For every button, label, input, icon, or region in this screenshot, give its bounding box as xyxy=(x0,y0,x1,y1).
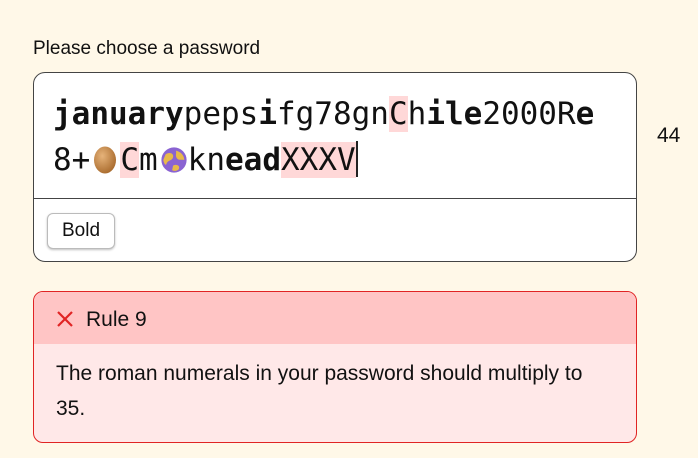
password-game-page: Please choose a password januarypepsifg7… xyxy=(0,0,698,458)
password-toolbar-divider xyxy=(34,198,636,199)
password-segment: kn xyxy=(187,142,225,178)
rule-description: The roman numerals in your password shou… xyxy=(56,362,583,420)
password-length-counter: 44 xyxy=(657,124,681,147)
password-segment: ile xyxy=(426,96,483,132)
password-segment: C xyxy=(120,142,139,178)
password-line: januarypepsifg78gnChile2000Re xyxy=(53,91,623,137)
password-segment: h xyxy=(407,96,427,132)
close-icon xyxy=(57,311,73,327)
password-line: 8+ Cm kneadXXXV xyxy=(53,137,623,183)
password-segment: january xyxy=(53,96,184,132)
password-field[interactable]: januarypepsifg78gnChile2000Re 8+ Cm kneadXX… xyxy=(33,72,637,262)
password-segment: peps xyxy=(183,96,259,132)
bold-button[interactable]: Bold xyxy=(47,213,115,249)
password-prompt-label: Please choose a password xyxy=(33,38,261,59)
password-segment: C xyxy=(388,96,408,132)
password-segment: 8+ xyxy=(53,142,91,178)
password-segment: ead xyxy=(225,142,281,178)
globe-icon xyxy=(160,141,187,173)
rule-header: Rule 9 xyxy=(34,292,636,344)
password-segment: fg78gn xyxy=(276,96,389,132)
password-text[interactable]: januarypepsifg78gnChile2000Re 8+ Cm kneadXX… xyxy=(53,91,623,183)
text-caret xyxy=(355,141,358,177)
rule-title: Rule 9 xyxy=(86,308,147,331)
rule-card: Rule 9 The roman numerals in your passwo… xyxy=(33,291,637,443)
password-segment: e xyxy=(575,96,595,132)
password-segment: m xyxy=(139,142,158,178)
password-segment: i xyxy=(258,96,277,132)
password-segment: XXXV xyxy=(281,142,356,178)
password-segment: 2000R xyxy=(482,96,576,132)
egg-icon xyxy=(92,141,118,174)
